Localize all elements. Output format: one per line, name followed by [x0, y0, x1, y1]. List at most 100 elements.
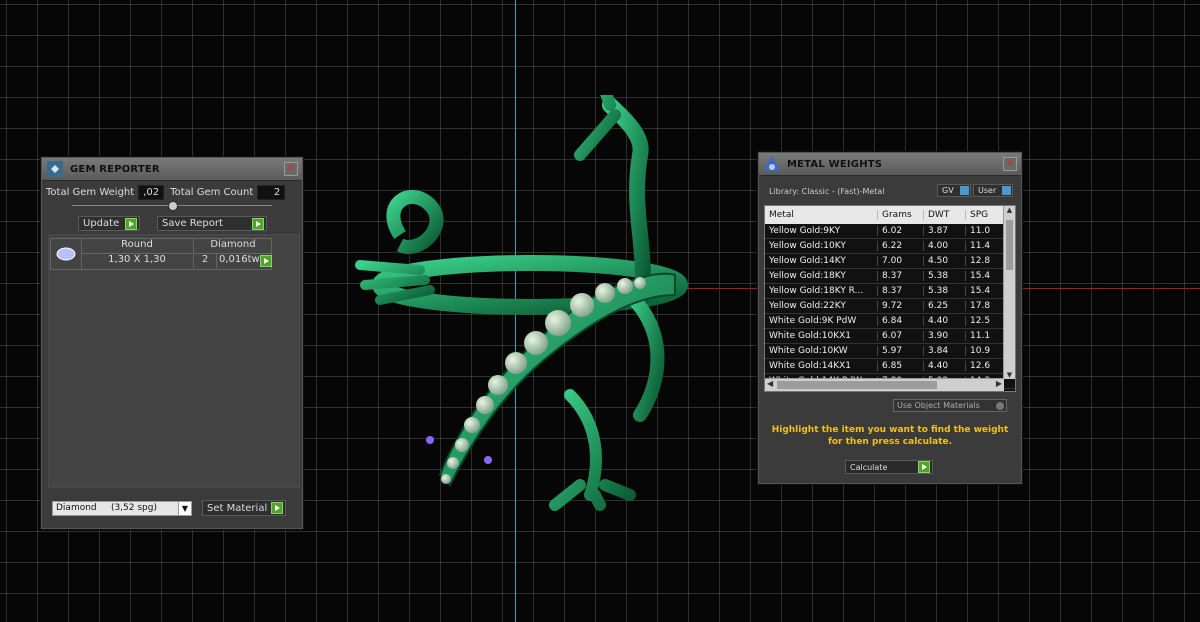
gem-reporter-title-bar[interactable]: GEM REPORTER ×: [42, 158, 302, 181]
table-cell: 8.37: [877, 286, 923, 296]
table-cell: 3.90: [923, 331, 965, 341]
gv-button[interactable]: GV: [937, 184, 971, 197]
gecko-ring-model[interactable]: [340, 95, 700, 515]
table-cell: Yellow Gold:14KY: [769, 256, 846, 266]
table-row[interactable]: Yellow Gold:18KY 8.37 5.38 15.4: [765, 269, 1015, 284]
table-cell: Yellow Gold:9KY: [769, 226, 841, 236]
gem-material: Diamond: [193, 239, 272, 254]
chevron-left-icon[interactable]: ◀: [767, 379, 773, 388]
total-gem-weight-value: ,02: [138, 184, 165, 200]
use-object-materials-dropdown[interactable]: Use Object Materials: [893, 399, 1007, 412]
go-icon: [125, 217, 137, 230]
table-row[interactable]: Yellow Gold:22KY 9.72 6.25 17.8: [765, 299, 1015, 314]
gem-reporter-icon: [44, 158, 66, 180]
table-cell: 6.07: [877, 331, 923, 341]
metal-weights-title-bar[interactable]: METAL WEIGHTS ×: [759, 153, 1021, 176]
horizontal-scrollbar[interactable]: ◀ ▶: [765, 378, 1004, 391]
total-gem-count-label: Total Gem Count: [170, 186, 254, 198]
gem-shape: Round: [82, 239, 192, 254]
set-material-button[interactable]: Set Material: [202, 500, 286, 516]
table-cell: Yellow Gold:18KY R...: [769, 286, 864, 296]
gem-row-go-icon[interactable]: [260, 255, 272, 267]
table-cell: 7.00: [877, 256, 923, 266]
chevron-down-icon[interactable]: ▼: [1004, 371, 1015, 379]
chevron-down-icon: ▼: [178, 501, 191, 515]
go-icon: [271, 502, 283, 514]
go-icon: [918, 461, 930, 473]
metal-weights-panel: METAL WEIGHTS × Library: Classic - (Fast…: [758, 152, 1022, 484]
table-row[interactable]: White Gold:10KW 5.97 3.84 10.9: [765, 344, 1015, 359]
table-row[interactable]: Yellow Gold:18KY R... 8.37 5.38 15.4: [765, 284, 1015, 299]
save-report-label: Save Report: [162, 218, 223, 229]
table-cell: 5.38: [923, 286, 965, 296]
gem-list-area: [48, 234, 300, 488]
table-cell: 6.85: [877, 361, 923, 371]
info-icon: [960, 186, 969, 195]
panel-title: GEM REPORTER: [70, 163, 160, 175]
update-button[interactable]: Update: [78, 216, 140, 231]
column-header-dwt[interactable]: DWT: [923, 210, 965, 220]
column-header-metal[interactable]: Metal: [765, 210, 877, 220]
gem-reporter-panel: GEM REPORTER × Total Gem Weight ,02 Tota…: [41, 157, 303, 529]
table-header: Metal Grams DWT SPG: [765, 206, 1015, 224]
table-cell: 12.6: [965, 361, 1005, 371]
table-cell: 3.87: [923, 226, 965, 236]
table-cell: Yellow Gold:10KY: [769, 241, 846, 251]
table-cell: 4.40: [923, 316, 965, 326]
table-cell: 6.22: [877, 241, 923, 251]
table-row[interactable]: Yellow Gold:14KY 7.00 4.50 12.8: [765, 254, 1015, 269]
table-row[interactable]: White Gold:14KX1 6.85 4.40 12.6: [765, 359, 1015, 374]
library-label: Library: Classic - (Fast)-Metal: [769, 187, 885, 196]
save-report-button[interactable]: Save Report: [157, 216, 267, 231]
table-row[interactable]: Yellow Gold:10KY 6.22 4.00 11.4: [765, 239, 1015, 254]
scroll-thumb[interactable]: [777, 381, 937, 389]
calculate-button[interactable]: Calculate: [845, 460, 933, 474]
table-cell: 6.84: [877, 316, 923, 326]
table-cell: 6.25: [923, 301, 965, 311]
table-cell: 11.1: [965, 331, 1005, 341]
table-cell: 3.84: [923, 346, 965, 356]
column-header-spg[interactable]: SPG: [965, 210, 1005, 220]
gem-summary-row: Total Gem Weight ,02 Total Gem Count 2: [46, 184, 298, 200]
metal-weights-icon: [761, 153, 783, 175]
calculate-label: Calculate: [850, 462, 888, 472]
gem-material-row: Diamond (3,52 spg) ▼ Set Material: [52, 500, 292, 516]
chevron-right-icon[interactable]: ▶: [996, 379, 1002, 388]
table-row[interactable]: White Gold:9K PdW 6.84 4.40 12.5: [765, 314, 1015, 329]
slider-handle[interactable]: [168, 201, 178, 211]
material-select[interactable]: Diamond (3,52 spg) ▼: [52, 500, 192, 516]
update-label: Update: [83, 218, 120, 229]
table-cell: Yellow Gold:18KY: [769, 271, 846, 281]
table-cell: 12.8: [965, 256, 1005, 266]
table-cell: 12.5: [965, 316, 1005, 326]
gem-row[interactable]: Round Diamond 1,30 X 1,30 2 0,016tw: [50, 238, 272, 270]
chevron-up-icon[interactable]: ▲: [1004, 206, 1015, 214]
user-label: User: [978, 186, 997, 195]
table-cell: 11.4: [965, 241, 1005, 251]
table-body: Yellow Gold:9KY 6.02 3.87 11.0 Yellow Gold:1…: [765, 224, 1015, 389]
round-gem-icon: [51, 239, 82, 269]
table-row[interactable]: White Gold:10KX1 6.07 3.90 11.1: [765, 329, 1015, 344]
gem-size: 1,30 X 1,30: [108, 254, 166, 265]
close-icon[interactable]: ×: [1003, 157, 1017, 171]
vertical-scrollbar[interactable]: ▲ ▼: [1003, 206, 1015, 379]
table-cell: 15.4: [965, 271, 1005, 281]
table-cell: 8.37: [877, 271, 923, 281]
close-icon[interactable]: ×: [284, 162, 298, 176]
metal-table: Metal Grams DWT SPG Yellow Gold:9KY 6.02 3…: [764, 205, 1016, 392]
scroll-thumb[interactable]: [1006, 220, 1013, 270]
table-cell: White Gold:14KX1: [769, 361, 852, 371]
table-row[interactable]: Yellow Gold:9KY 6.02 3.87 11.0: [765, 224, 1015, 239]
user-button[interactable]: User: [973, 184, 1013, 197]
table-cell: 6.02: [877, 226, 923, 236]
material-select-value: Diamond (3,52 spg): [56, 503, 157, 513]
table-cell: 5.38: [923, 271, 965, 281]
column-header-grams[interactable]: Grams: [877, 210, 923, 220]
table-cell: 4.50: [923, 256, 965, 266]
table-cell: 4.00: [923, 241, 965, 251]
table-cell: White Gold:9K PdW: [769, 316, 857, 326]
table-cell: White Gold:10KW: [769, 346, 848, 356]
table-cell: 4.40: [923, 361, 965, 371]
use-object-materials-label: Use Object Materials: [897, 401, 980, 410]
table-cell: 10.9: [965, 346, 1005, 356]
